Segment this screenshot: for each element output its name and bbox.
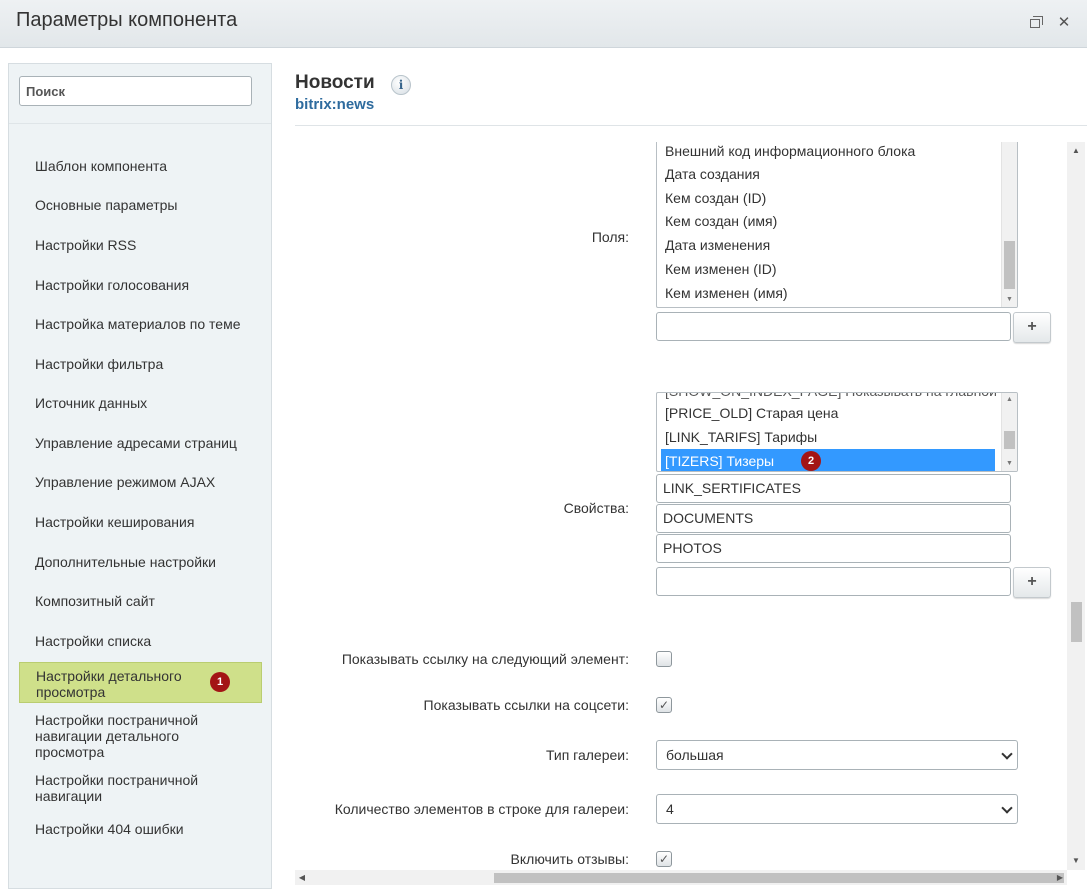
select-value: 4 [666,801,674,817]
fields-listbox[interactable]: Внешний код информационного блока Дата с… [656,142,1018,308]
sidebar-item-additional[interactable]: Дополнительные настройки [19,554,262,570]
sidebar-item-label: Управление режимом AJAX [35,474,216,490]
page-title: Новости [295,72,375,93]
scrollbar-thumb[interactable] [494,873,1064,883]
sidebar-item-label: Настройки постраничной навигации детальн… [35,712,199,760]
list-option[interactable]: Кем изменен (ID) [657,257,997,281]
sidebar-item-label: Настройки RSS [35,237,137,253]
sidebar-item-main-params[interactable]: Основные параметры [19,197,262,213]
chevron-down-icon [1001,802,1013,814]
sidebar-item-label: Настройки 404 ошибки [35,821,184,837]
property-input[interactable]: PHOTOS [656,534,1011,563]
search-area [9,64,271,124]
gallery-type-label: Тип галереи: [545,747,629,763]
properties-listbox[interactable]: [SHOW_ON_INDEX_PAGE] Показывать на главн… [656,392,1018,472]
list-option[interactable]: Внешний код информационного блока [657,142,997,163]
list-option[interactable]: Кем создан (ID) [657,186,997,210]
list-option[interactable]: Дата изменения [657,233,997,257]
show-social-label: Показывать ссылки на соцсети: [423,697,629,713]
sidebar-item-label: Настройки постраничной навигации [35,772,199,804]
sidebar-item-rss[interactable]: Настройки RSS [19,237,262,253]
scroll-up-icon[interactable]: ▲ [1002,393,1017,407]
settings-form: Поля: Внешний код информационного блока … [295,142,1065,870]
sidebar-item-label: Шаблон компонента [35,158,168,174]
page-horizontal-scrollbar[interactable]: ◀ ▶ [295,870,1067,885]
option-label: [TIZERS] Тизеры [665,453,775,469]
page-vertical-scrollbar[interactable]: ▲ ▼ [1067,142,1085,870]
scroll-down-icon[interactable]: ▼ [1002,457,1017,471]
property-input[interactable] [656,567,1011,596]
show-next-label: Показывать ссылку на следующий элемент: [341,651,629,667]
sidebar-item-label: Настройки списка [35,633,152,649]
sidebar-item-label: Основные параметры [35,197,178,213]
fields-extra-input[interactable] [656,312,1011,341]
sidebar-item-label: Настройки кеширования [35,514,195,530]
fields-label: Поля: [591,229,629,245]
list-option[interactable]: Кем создан (имя) [657,209,997,233]
properties-label: Свойства: [563,500,629,516]
info-icon[interactable]: i [391,75,411,95]
scrollbar-thumb[interactable] [1004,431,1015,449]
sidebar-item-cache[interactable]: Настройки кеширования [19,514,262,530]
sidebar-item-label: Настройка материалов по теме [35,316,241,332]
sidebar-item-label: Источник данных [35,395,148,411]
property-input[interactable]: LINK_SERTIFICATES [656,474,1011,503]
scrollbar-thumb[interactable] [1004,241,1015,289]
sidebar-item-sef[interactable]: Управление адресами страниц [19,435,262,451]
sidebar-item-data-source[interactable]: Источник данных [19,395,262,411]
sidebar-item-composite[interactable]: Композитный сайт [19,593,262,609]
gallery-count-label: Количество элементов в строке для галере… [334,801,629,817]
show-next-checkbox[interactable] [656,651,672,667]
step-badge: 1 [210,672,230,692]
sidebar-item-voting[interactable]: Настройки голосования [19,277,262,293]
list-option[interactable]: Кем изменен (имя) [657,281,997,305]
sidebar-item-label: Композитный сайт [35,593,155,609]
sidebar-item-template[interactable]: Шаблон компонента [19,158,262,174]
gallery-type-select[interactable]: большая [656,740,1018,770]
reviews-label: Включить отзывы: [510,851,629,867]
sidebar-item-label: Настройки фильтра [35,356,164,372]
scroll-up-icon[interactable]: ▲ [1067,144,1085,158]
sidebar-item-label: Настройки голосования [35,277,190,293]
scrollbar-thumb[interactable] [1071,602,1082,642]
scroll-down-icon[interactable]: ▼ [1002,293,1017,307]
sidebar-item-detail-pager[interactable]: Настройки постраничной навигации детальн… [19,712,262,760]
listbox-scrollbar[interactable]: ▲ ▼ [1001,393,1017,471]
component-code: bitrix:news [295,96,375,113]
list-option-selected[interactable]: [TIZERS] Тизеры 2 [661,449,995,471]
sidebar-item-404[interactable]: Настройки 404 ошибки [19,821,262,837]
sidebar-item-ajax[interactable]: Управление режимом AJAX [19,474,262,490]
sidebar-item-label: Настройки детального просмотра [36,668,182,700]
list-option[interactable]: Дата создания [657,162,997,186]
reviews-checkbox[interactable]: ✓ [656,851,672,867]
sidebar: Шаблон компонента Основные параметры Нас… [8,63,272,889]
step-badge: 2 [801,451,821,471]
scroll-right-icon[interactable]: ▶ [1053,870,1067,885]
select-value: большая [666,747,724,763]
sidebar-item-detail[interactable]: Настройки детального просмотра 1 [19,662,262,703]
scroll-down-icon[interactable]: ▼ [1067,854,1085,868]
chevron-down-icon [1001,748,1013,760]
restore-window-icon[interactable] [1025,13,1045,33]
sidebar-item-pager[interactable]: Настройки постраничной навигации [19,772,262,804]
list-option[interactable]: [PRICE_OLD] Старая цена [657,401,997,425]
close-icon[interactable]: ✕ [1054,13,1074,33]
divider [295,125,1087,126]
listbox-scrollbar[interactable]: ▼ [1001,142,1017,307]
add-property-button[interactable]: + [1013,567,1051,598]
sidebar-item-label: Дополнительные настройки [35,554,216,570]
search-input[interactable] [19,76,252,106]
sidebar-item-related[interactable]: Настройка материалов по теме [19,316,262,332]
gallery-count-select[interactable]: 4 [656,794,1018,824]
sidebar-item-list[interactable]: Настройки списка [19,633,262,649]
list-option[interactable]: [LINK_TARIFS] Тарифы [657,425,997,449]
window-titlebar: Параметры компонента ✕ [0,0,1087,48]
show-social-checkbox[interactable]: ✓ [656,697,672,713]
property-input[interactable]: DOCUMENTS [656,504,1011,533]
sidebar-item-filter[interactable]: Настройки фильтра [19,356,262,372]
window-title: Параметры компонента [16,9,238,31]
add-field-button[interactable]: + [1013,312,1051,343]
sidebar-item-label: Управление адресами страниц [35,435,237,451]
scroll-left-icon[interactable]: ◀ [295,870,309,885]
